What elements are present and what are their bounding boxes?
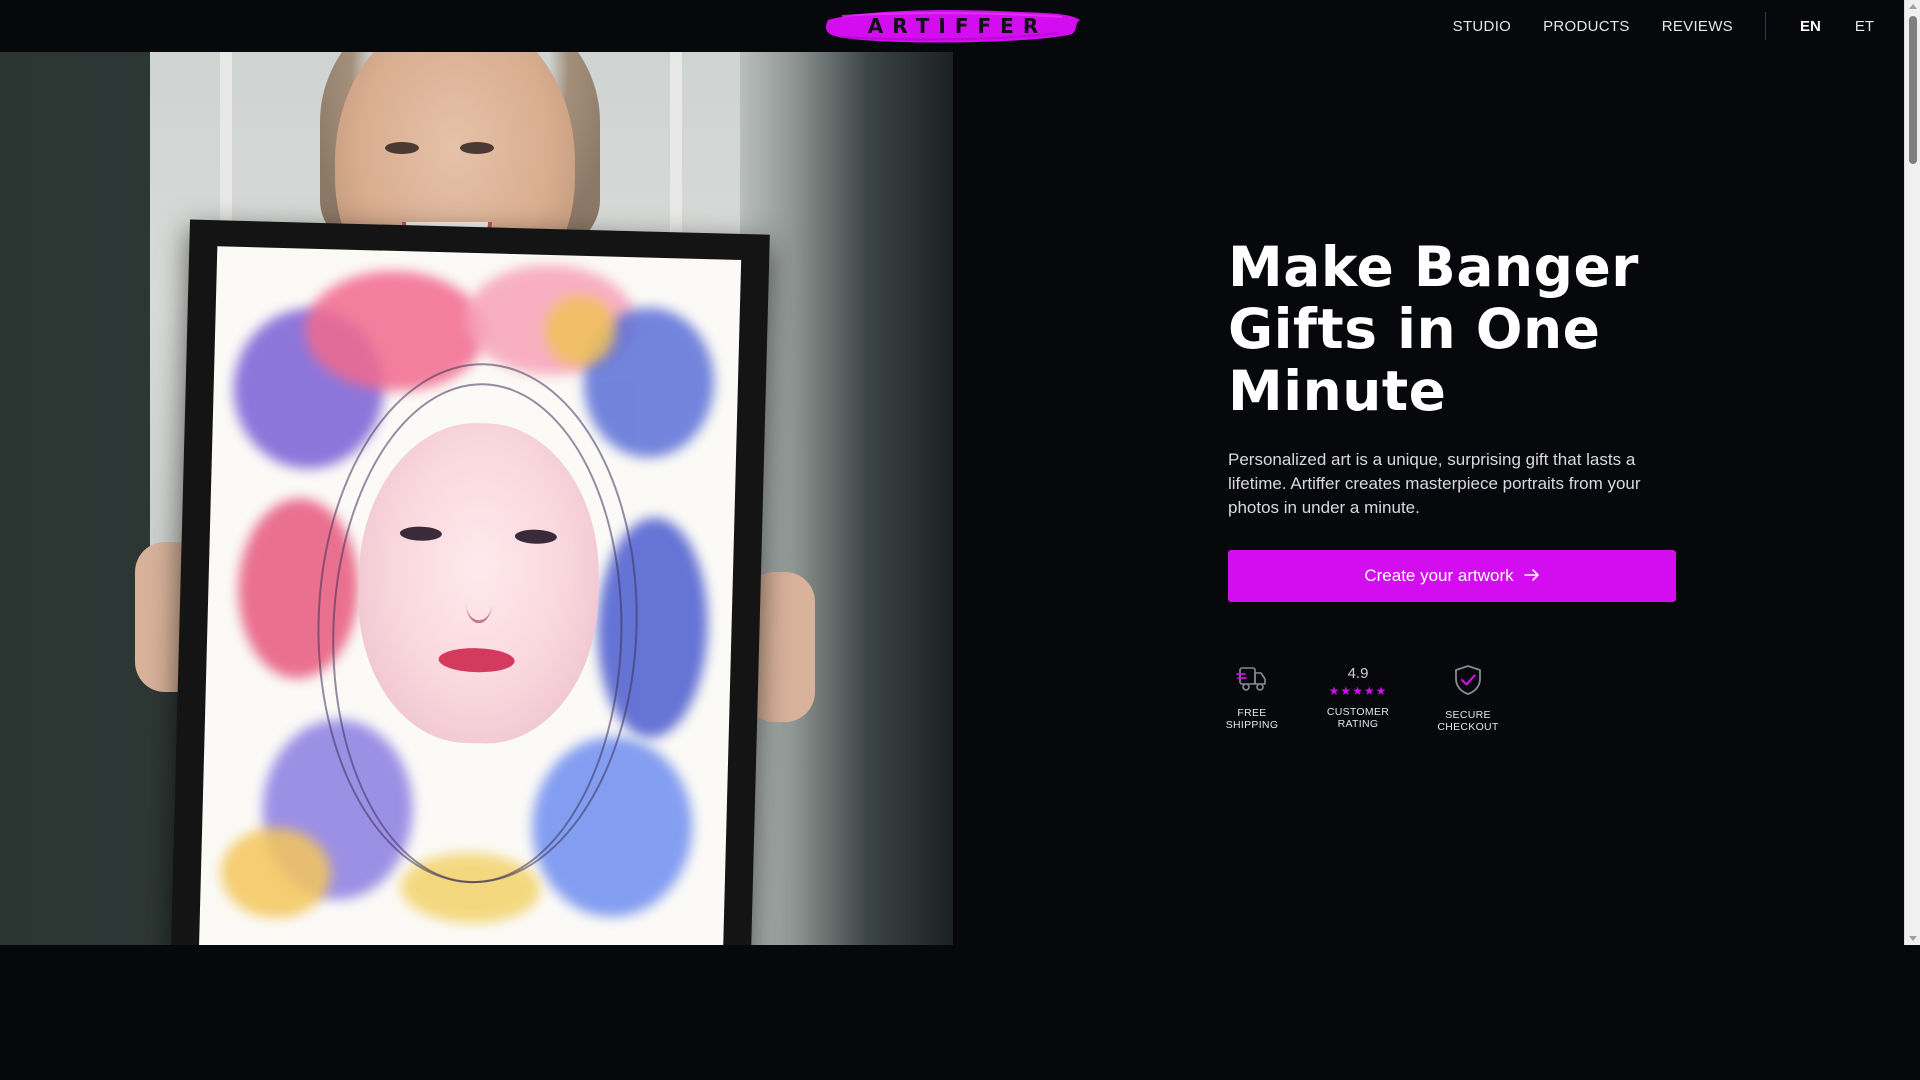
badge-label-line: CHECKOUT [1437, 721, 1499, 733]
hero-headline: Make Banger Gifts in One Minute [1228, 236, 1708, 422]
badge-customer-rating-label: CUSTOMER RATING [1323, 706, 1393, 730]
person-eye-left [385, 142, 419, 154]
headline-line-1: Make Banger [1228, 235, 1639, 299]
create-artwork-label: Create your artwork [1364, 566, 1514, 585]
watercolor-portrait [198, 246, 742, 945]
badge-label-line: RATING [1337, 718, 1379, 730]
badge-label-line: CUSTOMER [1326, 706, 1390, 718]
nav-link-studio[interactable]: STUDIO [1453, 18, 1511, 35]
badge-customer-rating: 4.9 ★★★★★ CUSTOMER RATING [1327, 664, 1389, 730]
badge-free-shipping: FREE SHIPPING [1226, 664, 1278, 731]
rating-stars-icon: ★★★★★ [1328, 684, 1388, 698]
headline-line-2: Gifts in One [1228, 297, 1601, 361]
badge-secure-checkout-label: SECURE CHECKOUT [1433, 709, 1503, 733]
person-eye-right [460, 142, 494, 154]
scroll-down-arrow-icon[interactable] [1909, 936, 1917, 941]
truck-icon [1236, 664, 1268, 699]
badge-label-line: FREE [1237, 707, 1267, 719]
hero-description: Personalized art is a unique, surprising… [1228, 450, 1641, 517]
photo-curtain [740, 52, 953, 945]
scroll-up-arrow-icon[interactable] [1909, 4, 1917, 9]
top-navigation-bar: ARTIFFER STUDIO PRODUCTS REVIEWS EN ET [0, 0, 1904, 52]
logo-wordmark: ARTIFFER [867, 14, 1048, 38]
scrollbar-thumb[interactable] [1909, 16, 1917, 164]
trust-badges: FREE SHIPPING 4.9 ★★★★★ CUSTOMER RATING … [1226, 664, 1528, 733]
main-nav: STUDIO PRODUCTS REVIEWS EN ET [1421, 0, 1874, 52]
language-et[interactable]: ET [1855, 18, 1874, 35]
artiffer-logo[interactable]: ARTIFFER [822, 6, 1084, 46]
hero-photo [0, 52, 953, 945]
badge-label-line: SECURE [1445, 709, 1491, 721]
badge-secure-checkout: SECURE CHECKOUT [1437, 664, 1498, 733]
rating-value: 4.9 [1347, 665, 1369, 682]
arrow-right-icon [1523, 567, 1540, 585]
hero-content: Make Banger Gifts in One Minute Personal… [1226, 236, 1708, 733]
framed-portrait [170, 219, 770, 945]
badge-label-line: SHIPPING [1225, 719, 1279, 731]
page-scrollbar[interactable] [1904, 0, 1920, 945]
nav-link-products[interactable]: PRODUCTS [1543, 18, 1630, 35]
nav-divider [1764, 12, 1766, 40]
nav-link-reviews[interactable]: REVIEWS [1662, 18, 1733, 35]
create-artwork-button[interactable]: Create your artwork [1228, 550, 1676, 602]
shield-check-icon [1453, 664, 1483, 701]
language-en[interactable]: EN [1800, 18, 1821, 35]
badge-free-shipping-label: FREE SHIPPING [1217, 707, 1287, 731]
headline-line-3: Minute [1228, 359, 1447, 423]
